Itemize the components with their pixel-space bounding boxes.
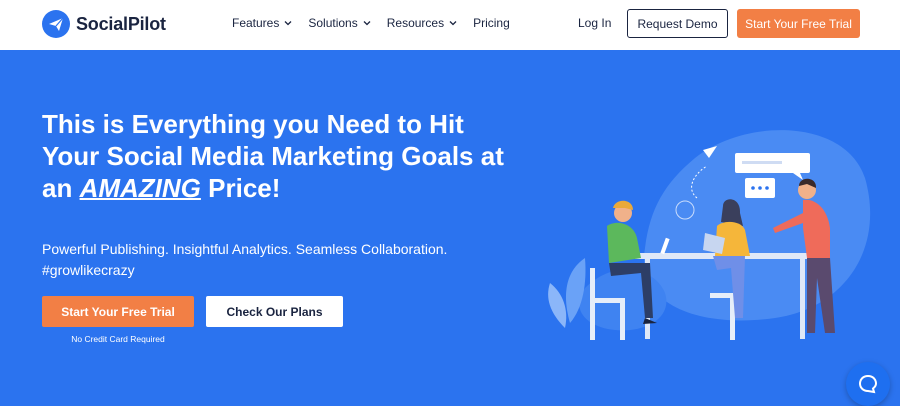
chat-widget-button[interactable] xyxy=(846,362,890,406)
chevron-down-icon xyxy=(363,21,371,26)
paper-plane-icon xyxy=(42,10,70,38)
hero-headline: This is Everything you Need to Hit Your … xyxy=(42,108,522,204)
chevron-down-icon xyxy=(449,21,457,26)
main-menu: Features Solutions Resources Pricing xyxy=(232,16,526,30)
menu-item-label: Solutions xyxy=(308,16,358,30)
chevron-down-icon xyxy=(284,21,292,26)
login-link[interactable]: Log In xyxy=(578,16,611,30)
no-credit-card-note: No Credit Card Required xyxy=(71,334,165,344)
menu-item-features[interactable]: Features xyxy=(232,16,292,30)
headline-text-end: Price! xyxy=(200,173,281,203)
header-free-trial-button[interactable]: Start Your Free Trial xyxy=(737,9,860,38)
headline-emphasis: AMAZING xyxy=(79,173,201,203)
top-navigation-bar: SocialPilot Features Solutions Resources… xyxy=(0,0,900,50)
hero-tagline: Powerful Publishing. Insightful Analytic… xyxy=(42,241,448,257)
menu-item-pricing[interactable]: Pricing xyxy=(473,16,510,30)
request-demo-button[interactable]: Request Demo xyxy=(627,9,728,38)
logo-text: SocialPilot xyxy=(76,13,166,34)
menu-item-label: Pricing xyxy=(473,16,510,30)
hero-section: This is Everything you Need to Hit Your … xyxy=(0,50,900,406)
menu-item-resources[interactable]: Resources xyxy=(387,16,457,30)
menu-item-solutions[interactable]: Solutions xyxy=(308,16,371,30)
chat-bubble-icon xyxy=(858,374,878,394)
hero-hashtag: #growlikecrazy xyxy=(42,262,135,278)
hero-subheadline: Powerful Publishing. Insightful Analytic… xyxy=(42,239,482,281)
team-collaboration-illustration xyxy=(548,130,871,340)
person-left-shirt xyxy=(607,222,641,263)
check-plans-button[interactable]: Check Our Plans xyxy=(206,296,343,327)
plant-leaf xyxy=(548,283,567,328)
menu-item-label: Features xyxy=(232,16,280,30)
logo[interactable]: SocialPilot xyxy=(42,10,166,38)
hero-free-trial-button[interactable]: Start Your Free Trial xyxy=(42,296,194,327)
menu-item-label: Resources xyxy=(386,16,445,30)
